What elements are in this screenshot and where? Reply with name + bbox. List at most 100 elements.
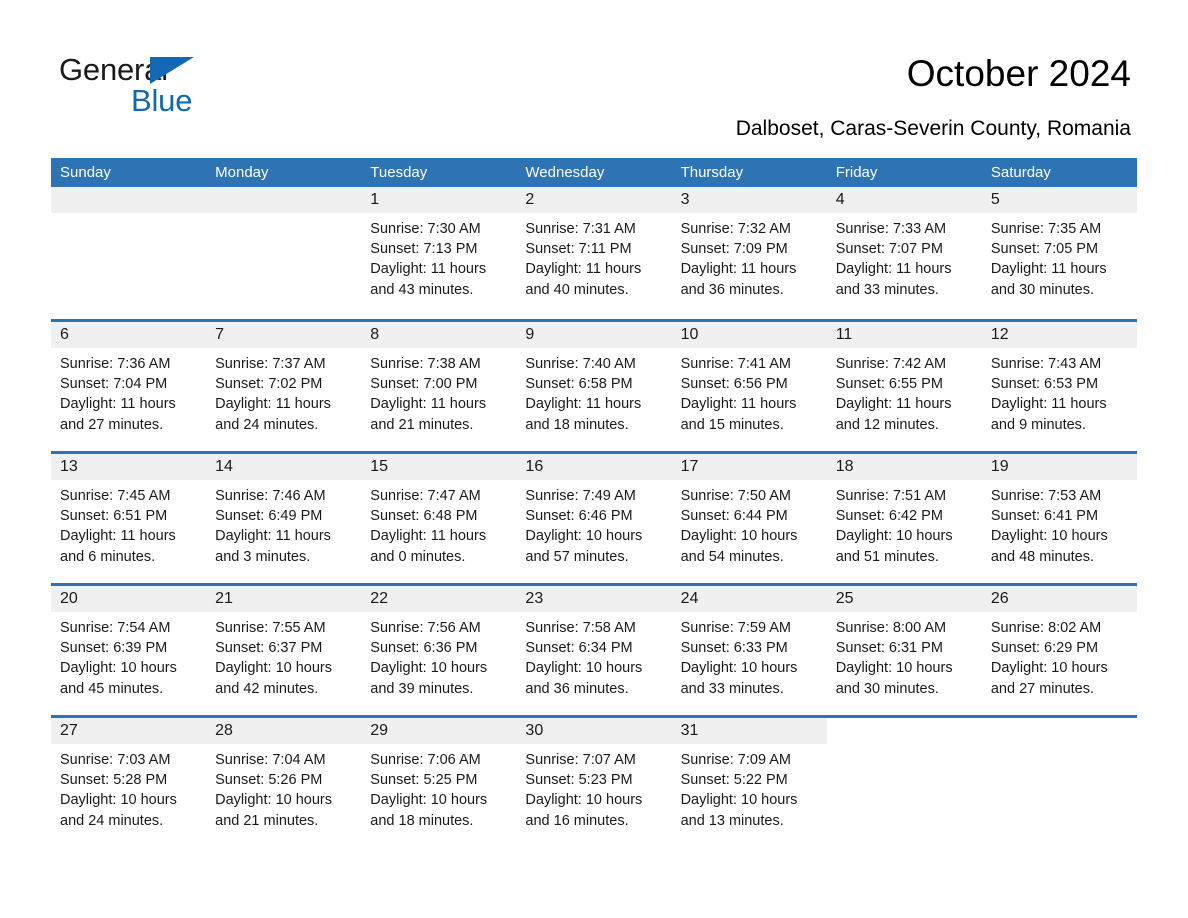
day-details: Sunrise: 7:58 AM Sunset: 6:34 PM Daylight:… — [516, 612, 671, 699]
day-cell-17[interactable]: 17 Sunrise: 7:50 AM Sunset: 6:44 PM Dayligh… — [671, 454, 827, 583]
daylight-text: Daylight: 10 hours and 30 minutes. — [835, 660, 953, 697]
page-subtitle: Dalboset, Caras-Severin County, Romania — [735, 117, 1131, 140]
day-details: Sunrise: 7:41 AM Sunset: 6:56 PM Daylight:… — [672, 348, 827, 435]
sunset-text: Sunset: 7:11 PM — [525, 241, 632, 258]
day-cell-19[interactable]: 19 Sunrise: 7:53 AM Sunset: 6:41 PM Dayligh… — [981, 454, 1137, 583]
day-cell-13[interactable]: 13 Sunrise: 7:45 AM Sunset: 6:51 PM Dayligh… — [51, 454, 207, 583]
sunrise-text: Sunrise: 7:56 AM — [370, 620, 481, 636]
daylight-text: Daylight: 11 hours and 6 minutes. — [60, 528, 176, 565]
day-number: 13 — [51, 454, 207, 480]
day-cell-4[interactable]: 4 Sunrise: 7:33 AM Sunset: 7:07 PM Daylight… — [826, 187, 982, 319]
calendar-grid: Sunday Monday Tuesday Wednesday Thursday Frid… — [51, 158, 1137, 847]
day-details: Sunrise: 7:51 AM Sunset: 6:42 PM Daylight:… — [827, 480, 982, 567]
sunrise-text: Sunrise: 7:41 AM — [680, 356, 791, 372]
day-number: 20 — [51, 586, 207, 612]
day-cell-5[interactable]: 5 Sunrise: 7:35 AM Sunset: 7:05 PM Daylight… — [981, 187, 1137, 319]
day-number: 9 — [516, 322, 672, 348]
day-cell-9[interactable]: 9 Sunrise: 7:40 AM Sunset: 6:58 PM Daylight… — [516, 322, 672, 451]
logo-text-blue: Blue — [131, 83, 193, 118]
day-number: 15 — [361, 454, 517, 480]
day-cell-10[interactable]: 10 Sunrise: 7:41 AM Sunset: 6:56 PM Dayligh… — [671, 322, 827, 451]
day-cell-21[interactable]: 21 Sunrise: 7:55 AM Sunset: 6:37 PM Dayligh… — [206, 586, 362, 715]
sunrise-text: Sunrise: 7:46 AM — [215, 488, 326, 504]
sunset-text: Sunset: 6:34 PM — [525, 640, 633, 657]
day-details: Sunrise: 7:40 AM Sunset: 6:58 PM Daylight:… — [516, 348, 671, 435]
day-cell-16[interactable]: 16 Sunrise: 7:49 AM Sunset: 6:46 PM Dayligh… — [516, 454, 672, 583]
calendar-week-row: 6 Sunrise: 7:36 AM Sunset: 7:04 PM Daylight… — [51, 319, 1137, 451]
day-cell-20[interactable]: 20 Sunrise: 7:54 AM Sunset: 6:39 PM Dayligh… — [51, 586, 207, 715]
calendar-week-row: 1 Sunrise: 7:30 AM Sunset: 7:13 PM Daylight… — [51, 187, 1137, 319]
daylight-text: Daylight: 11 hours and 43 minutes. — [370, 261, 487, 298]
day-details: Sunrise: 7:07 AM Sunset: 5:23 PM Daylight:… — [516, 744, 671, 831]
page-header: General Blue October 2024 Dalboset, Cara… — [0, 0, 1188, 158]
calendar-weeks: 1 Sunrise: 7:30 AM Sunset: 7:13 PM Daylight… — [51, 187, 1137, 847]
sunset-text: Sunset: 5:22 PM — [680, 772, 788, 789]
day-number: 27 — [51, 718, 207, 744]
daylight-text: Daylight: 10 hours and 57 minutes. — [525, 528, 643, 565]
day-number: 4 — [826, 187, 982, 213]
day-number: 12 — [981, 322, 1137, 348]
daylight-text: Daylight: 10 hours and 16 minutes. — [525, 792, 643, 829]
day-number: 3 — [671, 187, 827, 213]
daylight-text: Daylight: 11 hours and 21 minutes. — [370, 396, 487, 433]
sunset-text: Sunset: 5:28 PM — [60, 772, 168, 789]
day-cell-6[interactable]: 6 Sunrise: 7:36 AM Sunset: 7:04 PM Daylight… — [51, 322, 207, 451]
day-number — [206, 187, 362, 213]
day-cell-23[interactable]: 23 Sunrise: 7:58 AM Sunset: 6:34 PM Dayligh… — [516, 586, 672, 715]
day-number: 19 — [981, 454, 1137, 480]
sunset-text: Sunset: 6:36 PM — [370, 640, 478, 657]
daylight-text: Daylight: 10 hours and 27 minutes. — [990, 660, 1108, 697]
sunset-text: Sunset: 6:37 PM — [215, 640, 323, 657]
day-cell-27[interactable]: 27 Sunrise: 7:03 AM Sunset: 5:28 PM Dayligh… — [51, 718, 207, 847]
day-cell-31[interactable]: 31 Sunrise: 7:09 AM Sunset: 5:22 PM Dayligh… — [671, 718, 827, 847]
day-cell-26[interactable]: 26 Sunrise: 8:02 AM Sunset: 6:29 PM Dayligh… — [981, 586, 1137, 715]
day-cell-empty — [981, 718, 1137, 847]
sunset-text: Sunset: 6:44 PM — [680, 508, 788, 525]
day-cell-1[interactable]: 1 Sunrise: 7:30 AM Sunset: 7:13 PM Daylight… — [361, 187, 517, 319]
day-details: Sunrise: 7:33 AM Sunset: 7:07 PM Daylight:… — [827, 213, 982, 300]
sunrise-text: Sunrise: 7:54 AM — [60, 620, 171, 636]
sunset-text: Sunset: 6:46 PM — [525, 508, 633, 525]
daylight-text: Daylight: 10 hours and 42 minutes. — [215, 660, 333, 697]
sunset-text: Sunset: 6:39 PM — [60, 640, 168, 657]
day-details: Sunrise: 7:38 AM Sunset: 7:00 PM Daylight:… — [361, 348, 516, 435]
day-cell-12[interactable]: 12 Sunrise: 7:43 AM Sunset: 6:53 PM Dayligh… — [981, 322, 1137, 451]
generalblue-logo[interactable]: General Blue — [59, 52, 259, 122]
day-cell-8[interactable]: 8 Sunrise: 7:38 AM Sunset: 7:00 PM Daylight… — [361, 322, 517, 451]
day-details: Sunrise: 7:37 AM Sunset: 7:02 PM Daylight:… — [206, 348, 361, 435]
day-cell-3[interactable]: 3 Sunrise: 7:32 AM Sunset: 7:09 PM Daylight… — [671, 187, 827, 319]
day-details: Sunrise: 7:47 AM Sunset: 6:48 PM Daylight:… — [361, 480, 516, 567]
day-cell-28[interactable]: 28 Sunrise: 7:04 AM Sunset: 5:26 PM Dayligh… — [206, 718, 362, 847]
day-cell-24[interactable]: 24 Sunrise: 7:59 AM Sunset: 6:33 PM Dayligh… — [671, 586, 827, 715]
day-cell-29[interactable]: 29 Sunrise: 7:06 AM Sunset: 5:25 PM Dayligh… — [361, 718, 517, 847]
daylight-text: Daylight: 10 hours and 39 minutes. — [370, 660, 488, 697]
daylight-text: Daylight: 11 hours and 12 minutes. — [835, 396, 952, 433]
day-cell-14[interactable]: 14 Sunrise: 7:46 AM Sunset: 6:49 PM Dayligh… — [206, 454, 362, 583]
sunset-text: Sunset: 5:26 PM — [215, 772, 323, 789]
sunset-text: Sunset: 6:49 PM — [215, 508, 323, 525]
day-cell-7[interactable]: 7 Sunrise: 7:37 AM Sunset: 7:02 PM Daylight… — [206, 322, 362, 451]
day-cell-15[interactable]: 15 Sunrise: 7:47 AM Sunset: 6:48 PM Dayligh… — [361, 454, 517, 583]
day-details: Sunrise: 7:35 AM Sunset: 7:05 PM Daylight:… — [982, 213, 1137, 300]
day-details: Sunrise: 7:30 AM Sunset: 7:13 PM Daylight:… — [361, 213, 516, 300]
day-cell-11[interactable]: 11 Sunrise: 7:42 AM Sunset: 6:55 PM Dayligh… — [826, 322, 982, 451]
sunrise-text: Sunrise: 8:02 AM — [990, 620, 1102, 636]
day-number: 25 — [826, 586, 982, 612]
sunset-text: Sunset: 7:04 PM — [60, 376, 168, 393]
day-cell-2[interactable]: 2 Sunrise: 7:31 AM Sunset: 7:11 PM Daylight… — [516, 187, 672, 319]
day-cell-18[interactable]: 18 Sunrise: 7:51 AM Sunset: 6:42 PM Dayligh… — [826, 454, 982, 583]
weekday-header-sunday: Sunday — [60, 164, 111, 181]
calendar-week-row: 20 Sunrise: 7:54 AM Sunset: 6:39 PM Dayligh… — [51, 583, 1137, 715]
sunrise-text: Sunrise: 7:50 AM — [680, 488, 791, 504]
daylight-text: Daylight: 11 hours and 36 minutes. — [680, 261, 797, 298]
day-cell-25[interactable]: 25 Sunrise: 8:00 AM Sunset: 6:31 PM Dayligh… — [826, 586, 982, 715]
sunrise-text: Sunrise: 7:07 AM — [525, 752, 636, 768]
day-details: Sunrise: 7:43 AM Sunset: 6:53 PM Daylight:… — [982, 348, 1137, 435]
day-cell-30[interactable]: 30 Sunrise: 7:07 AM Sunset: 5:23 PM Dayligh… — [516, 718, 672, 847]
day-cell-22[interactable]: 22 Sunrise: 7:56 AM Sunset: 6:36 PM Dayligh… — [361, 586, 517, 715]
day-number — [982, 718, 1137, 744]
day-details: Sunrise: 7:49 AM Sunset: 6:46 PM Daylight:… — [516, 480, 671, 567]
day-number: 26 — [981, 586, 1137, 612]
day-number: 21 — [206, 586, 362, 612]
day-number — [51, 187, 207, 213]
